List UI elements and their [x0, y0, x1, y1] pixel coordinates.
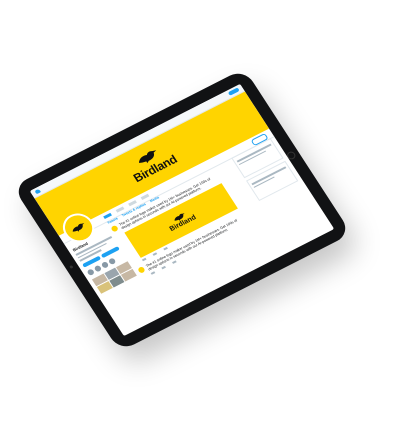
- tweet-avatar[interactable]: [110, 224, 119, 233]
- reply-icon[interactable]: [141, 257, 147, 261]
- follower-avatar[interactable]: [86, 267, 95, 276]
- tablet-device: Birdland Birdland Tweets Tweets & replie…: [12, 68, 352, 352]
- front-camera: [68, 264, 74, 269]
- retweet-icon[interactable]: [152, 252, 158, 256]
- tweet-avatar[interactable]: [136, 265, 146, 274]
- like-icon[interactable]: [172, 260, 177, 265]
- reply-icon[interactable]: [150, 271, 156, 275]
- product-mockup: Birdland Birdland Tweets Tweets & replie…: [0, 0, 407, 447]
- follower-avatar[interactable]: [100, 260, 110, 269]
- follower-avatar[interactable]: [107, 256, 117, 265]
- like-icon[interactable]: [163, 246, 168, 251]
- twitter-bird-icon[interactable]: [34, 188, 42, 195]
- bird-silhouette-icon: [72, 223, 85, 232]
- retweet-icon[interactable]: [161, 266, 167, 270]
- tablet-screen: Birdland Birdland Tweets Tweets & replie…: [29, 83, 335, 337]
- tablet-bezel: Birdland Birdland Tweets Tweets & replie…: [12, 68, 352, 352]
- follower-avatar[interactable]: [93, 264, 102, 273]
